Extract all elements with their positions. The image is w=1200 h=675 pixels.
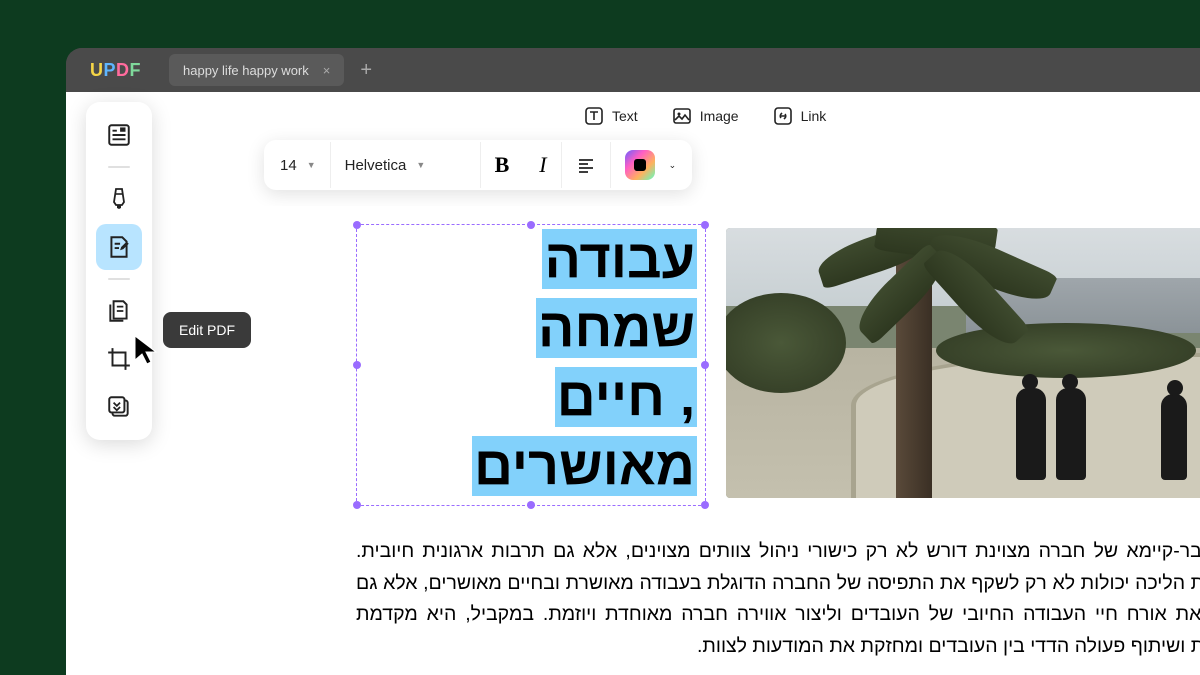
app-logo: UPDF (90, 60, 141, 81)
organize-pages-tool[interactable] (96, 288, 142, 334)
align-left-icon (576, 155, 596, 175)
cursor-icon (132, 334, 162, 368)
caret-down-icon: ▼ (307, 160, 316, 170)
document-canvas[interactable]: עבודה שמחה , חיים מאושרים (264, 206, 1200, 242)
crop-icon (106, 346, 132, 372)
toolbar-separator (108, 166, 130, 168)
caret-down-icon: ▼ (416, 160, 425, 170)
resize-handle[interactable] (527, 501, 535, 509)
text-selection-frame[interactable]: עבודה שמחה , חיים מאושרים (356, 224, 706, 506)
marker-icon (107, 186, 131, 212)
color-swatch-icon (625, 150, 655, 180)
insert-link-button[interactable]: Link (773, 106, 827, 126)
format-bar: 14 ▼ Helvetica ▼ B I ⌄ (264, 140, 692, 190)
title-bar: UPDF happy life happy work × + (66, 48, 1200, 92)
document-heading[interactable]: עבודה שמחה , חיים מאושרים (357, 225, 697, 501)
bold-button[interactable]: B (485, 152, 520, 178)
resize-handle[interactable] (527, 221, 535, 229)
insert-text-button[interactable]: Text (584, 106, 638, 126)
image-icon (672, 106, 692, 126)
italic-button[interactable]: I (529, 152, 556, 178)
resize-handle[interactable] (701, 361, 709, 369)
document-tab[interactable]: happy life happy work × (169, 54, 344, 86)
main-area: Text Image Link 14 ▼ Helvetica ▼ B I (66, 92, 1200, 675)
resize-handle[interactable] (353, 501, 361, 509)
annotate-tool[interactable] (96, 176, 142, 222)
resize-handle[interactable] (353, 221, 361, 229)
edit-pdf-tool[interactable] (96, 224, 142, 270)
toolbar-separator (108, 278, 130, 280)
font-size-selector[interactable]: 14 ▼ (266, 142, 331, 188)
reader-icon (106, 122, 132, 148)
text-icon (584, 106, 604, 126)
edit-page-icon (106, 234, 132, 260)
caret-down-icon: ⌄ (669, 160, 677, 171)
edit-pdf-tooltip: Edit PDF (163, 312, 251, 348)
font-family-selector[interactable]: Helvetica ▼ (331, 142, 481, 188)
top-toolbar: Text Image Link (184, 92, 1200, 126)
align-button[interactable] (562, 142, 611, 188)
reader-tool[interactable] (96, 112, 142, 158)
link-icon (773, 106, 793, 126)
left-toolbar (86, 102, 152, 440)
resize-handle[interactable] (701, 501, 709, 509)
pages-icon (106, 298, 132, 324)
page-tool[interactable] (96, 384, 142, 430)
insert-image-button[interactable]: Image (672, 106, 739, 126)
app-window: UPDF happy life happy work × + Text Imag… (66, 48, 1200, 675)
text-color-button[interactable]: ⌄ (611, 142, 691, 188)
stack-icon (106, 394, 132, 420)
document-image[interactable] (726, 228, 1200, 498)
tab-label: happy life happy work (183, 63, 309, 78)
close-icon[interactable]: × (323, 63, 331, 78)
new-tab-button[interactable]: + (360, 59, 372, 82)
document-body-text[interactable]: פיתוח בר-קיימא של חברה מצוינת דורש לא רק… (356, 536, 1200, 662)
resize-handle[interactable] (701, 221, 709, 229)
resize-handle[interactable] (353, 361, 361, 369)
